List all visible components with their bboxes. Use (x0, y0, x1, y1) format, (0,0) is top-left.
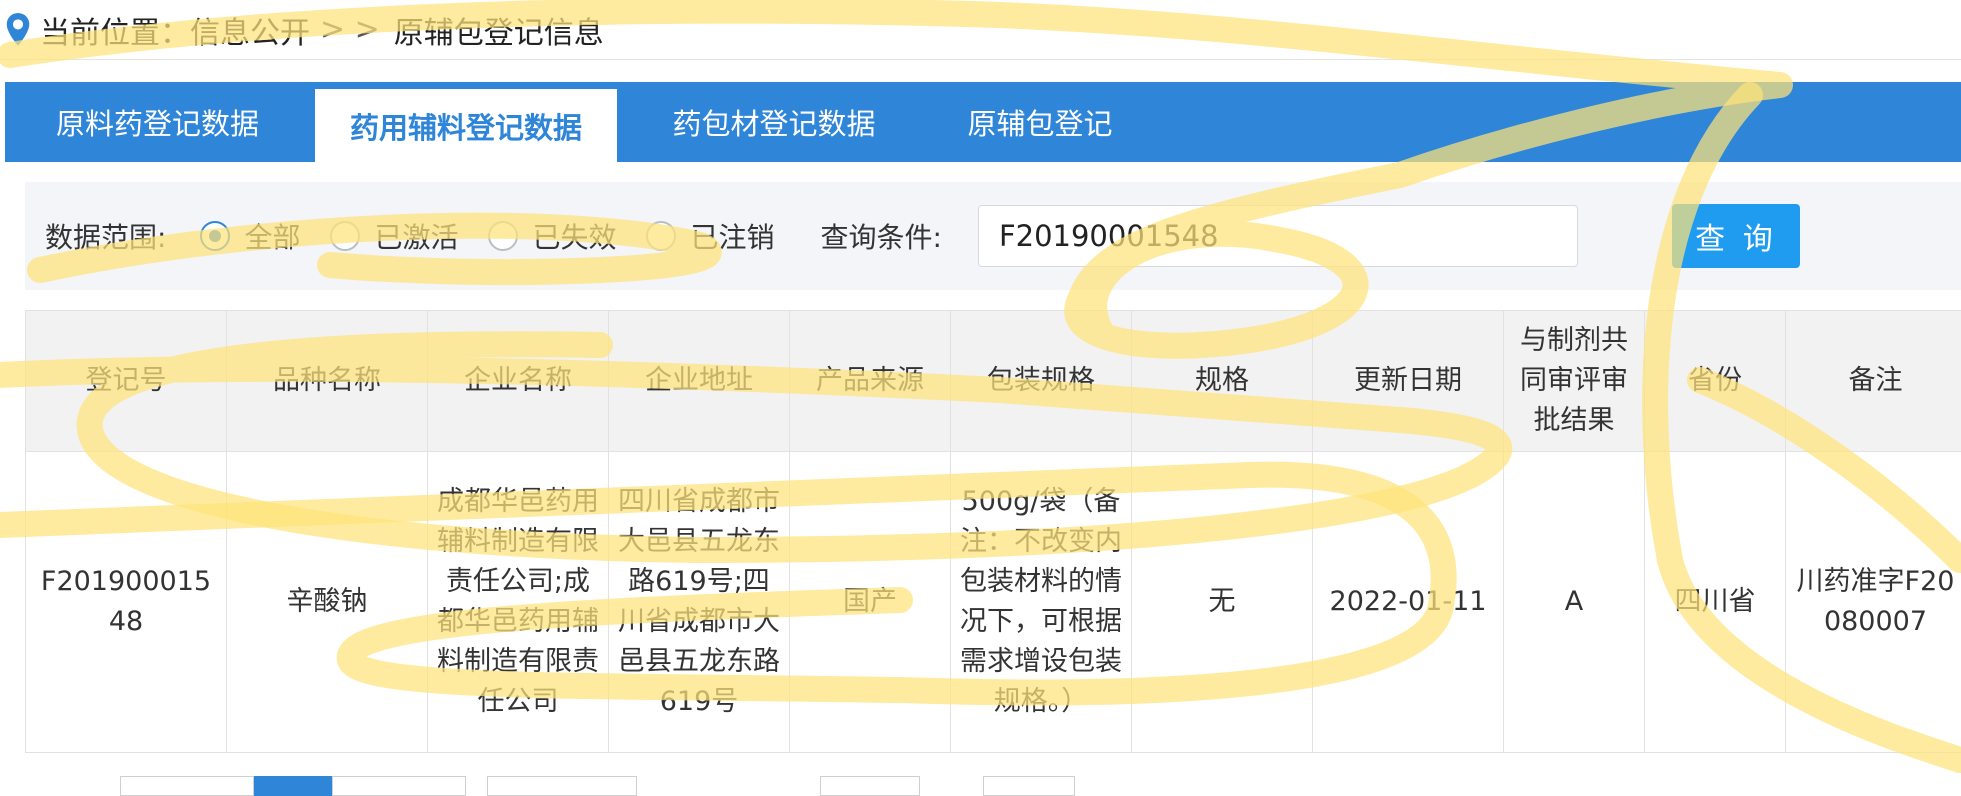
radio-cancelled-label: 已注销 (690, 216, 774, 256)
data-range-label: 数据范围: (45, 216, 166, 256)
radio-checked-icon (200, 221, 230, 251)
filter-bar: 数据范围: 全部 已激活 已失效 已注销 查询条件: 查 询 (25, 182, 1961, 290)
page-button[interactable] (983, 776, 1075, 796)
radio-unchecked-icon (646, 221, 676, 251)
location-pin-icon (4, 12, 32, 48)
tab-raw-drug-data[interactable]: 原料药登记数据 (5, 82, 310, 162)
radio-cancelled[interactable]: 已注销 (646, 216, 774, 256)
breadcrumb-current: 原辅包登记信息 (394, 8, 604, 52)
table-cell: 无 (1132, 452, 1313, 753)
radio-expired-label: 已失效 (532, 216, 616, 256)
column-header: 包装规格 (951, 311, 1132, 452)
radio-expired[interactable]: 已失效 (488, 216, 616, 256)
radio-activated-label: 已激活 (374, 216, 458, 256)
tab-excipient-data[interactable]: 药用辅料登记数据 (315, 89, 617, 162)
radio-unchecked-icon (488, 221, 518, 251)
radio-activated[interactable]: 已激活 (330, 216, 458, 256)
breadcrumb-section-link[interactable]: 信息公开 (190, 8, 310, 52)
breadcrumb-separator: > > (320, 12, 380, 47)
page-button-current[interactable] (254, 776, 332, 796)
column-header: 规格 (1132, 311, 1313, 452)
page-button[interactable] (487, 776, 637, 796)
column-header: 更新日期 (1313, 311, 1504, 452)
column-header: 省份 (1645, 311, 1786, 452)
column-header: 企业地址 (609, 311, 790, 452)
radio-unchecked-icon (330, 221, 360, 251)
page-button[interactable] (820, 776, 920, 796)
table-cell: 四川省 (1645, 452, 1786, 753)
table-header-row: 登记号 品种名称 企业名称 企业地址 产品来源 包装规格 规格 更新日期 与制剂… (26, 311, 1961, 452)
table-row: F20190001548 辛酸钠 成都华邑药用辅料制造有限责任公司;成都华邑药用… (26, 452, 1961, 753)
column-header: 登记号 (26, 311, 227, 452)
table-cell: 2022-01-11 (1313, 452, 1504, 753)
column-header: 企业名称 (428, 311, 609, 452)
table-cell: 成都华邑药用辅料制造有限责任公司;成都华邑药用辅料制造有限责任公司 (428, 452, 609, 753)
table-cell: 四川省成都市大邑县五龙东路619号;四川省成都市大邑县五龙东路619号 (609, 452, 790, 753)
column-header: 产品来源 (790, 311, 951, 452)
table-cell: A (1504, 452, 1645, 753)
column-header: 品种名称 (227, 311, 428, 452)
column-header: 备注 (1786, 311, 1961, 452)
results-table: 登记号 品种名称 企业名称 企业地址 产品来源 包装规格 规格 更新日期 与制剂… (25, 310, 1961, 753)
tab-combined-registration[interactable]: 原辅包登记 (931, 82, 1149, 162)
query-button[interactable]: 查 询 (1672, 204, 1800, 268)
page-button[interactable] (120, 776, 254, 796)
tab-bar: 原料药登记数据 药用辅料登记数据 药包材登记数据 原辅包登记 (5, 82, 1961, 162)
column-header: 与制剂共同审评审批结果 (1504, 311, 1645, 452)
query-condition-label: 查询条件: (821, 216, 942, 256)
table-cell: 辛酸钠 (227, 452, 428, 753)
query-input[interactable] (978, 205, 1578, 267)
table-cell: 500g/袋（备注：不改变内包装材料的情况下，可根据需求增设包装规格。） (951, 452, 1132, 753)
table-cell: F20190001548 (26, 452, 227, 753)
page-button[interactable] (332, 776, 466, 796)
table-cell: 川药准字F20080007 (1786, 452, 1961, 753)
table-cell: 国产 (790, 452, 951, 753)
breadcrumb-prefix: 当前位置： (40, 8, 190, 52)
radio-all[interactable]: 全部 (200, 216, 300, 256)
radio-all-label: 全部 (244, 216, 300, 256)
highlight-scribble (10, 11, 1780, 346)
breadcrumb: 当前位置： 信息公开 > > 原辅包登记信息 (0, 0, 1961, 60)
tab-packaging-material-data[interactable]: 药包材登记数据 (617, 82, 931, 162)
